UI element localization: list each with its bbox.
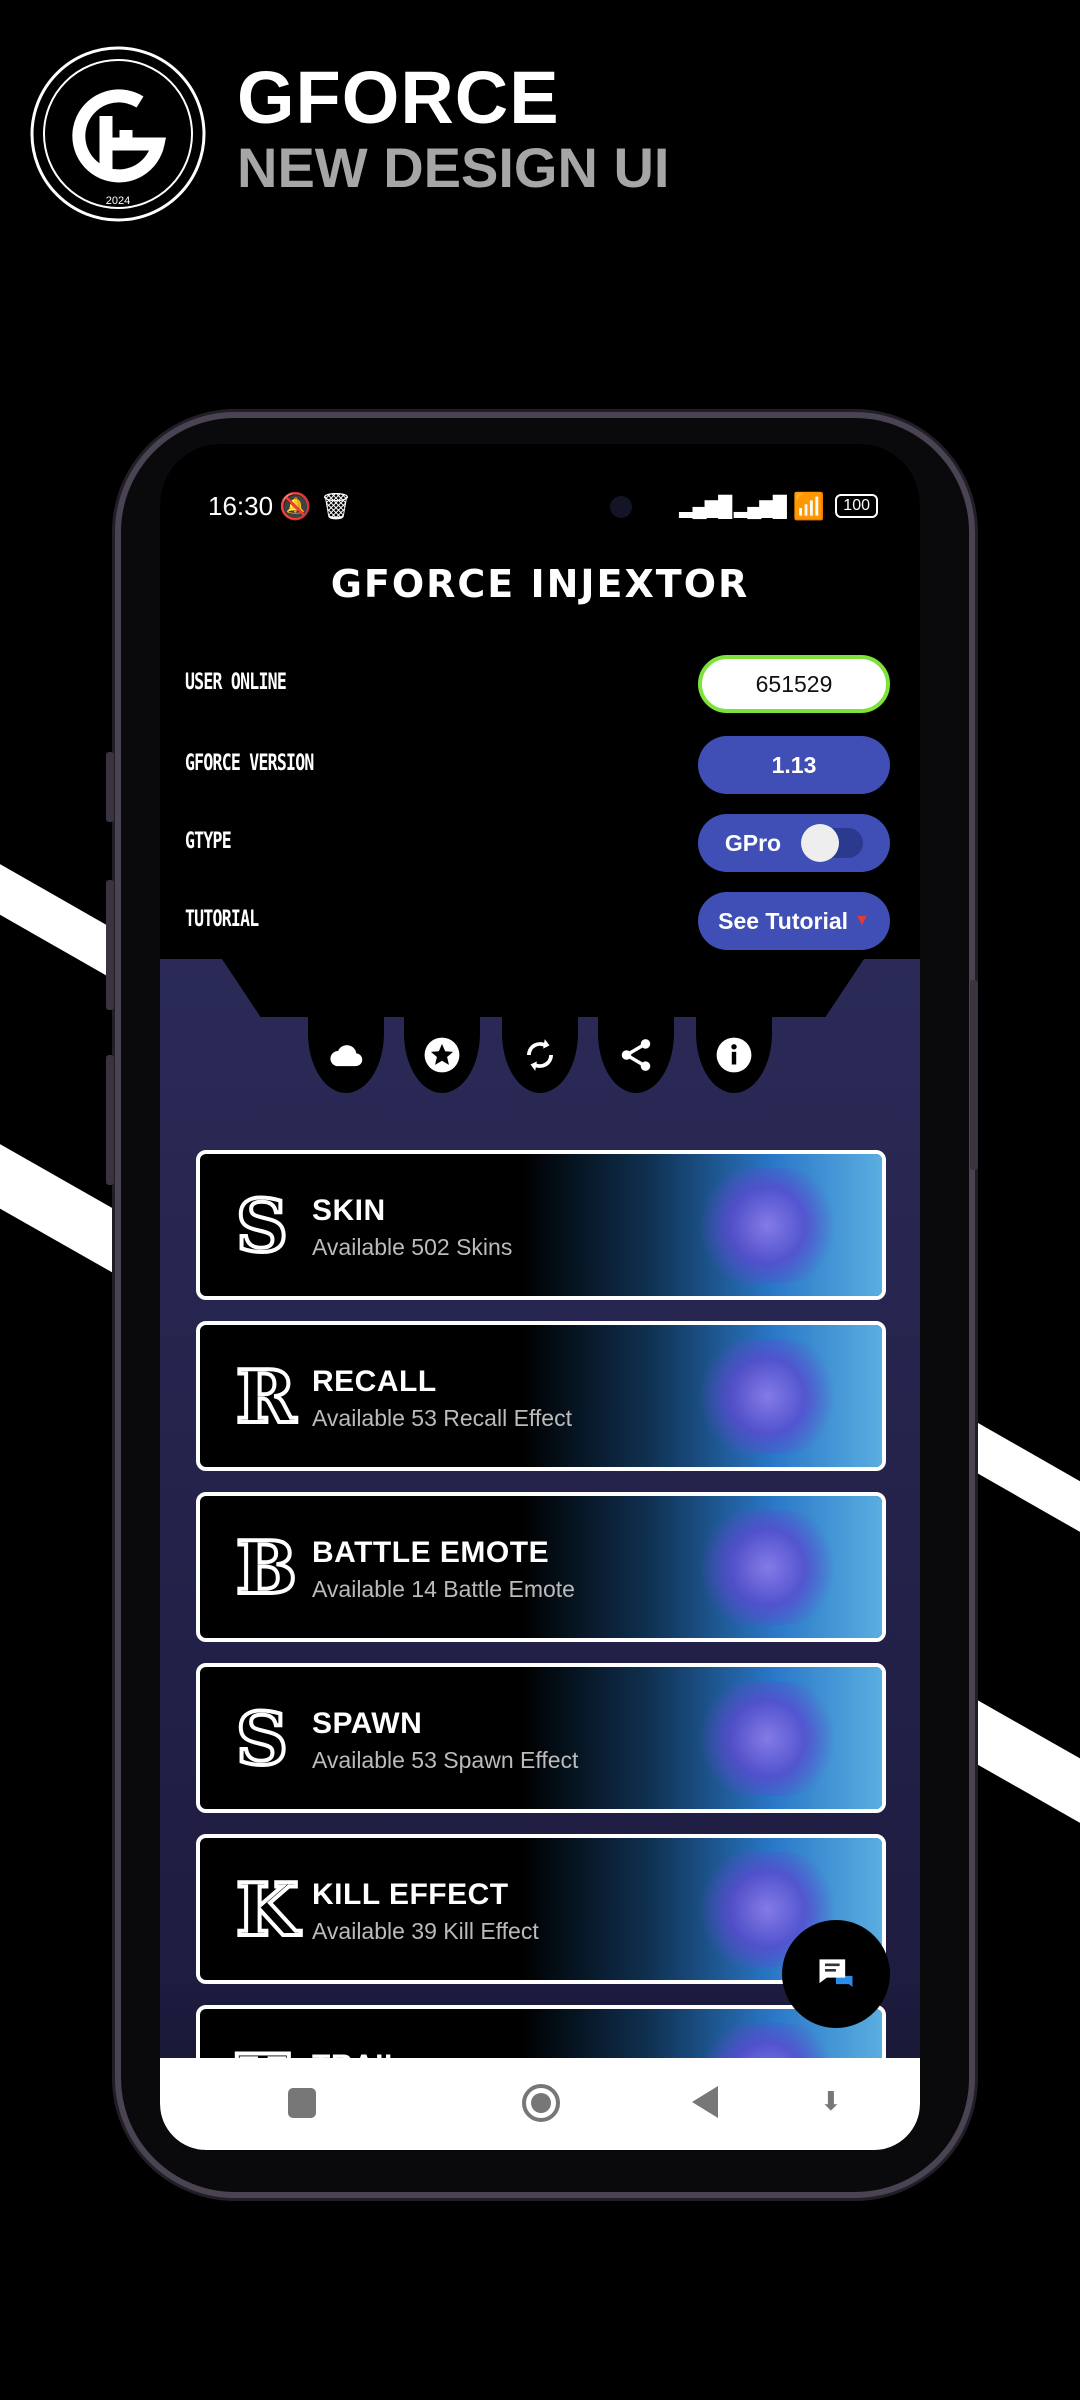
card-title: BATTLE EMOTE <box>312 1536 550 1569</box>
gtype-toggle[interactable] <box>801 824 864 862</box>
phone-side-button <box>106 752 114 822</box>
user-online-label: USER ONLINE <box>185 670 287 695</box>
card-artwork-figure <box>692 1510 842 1625</box>
feature-card-spawn[interactable]: S SPAWN Available 53 Spawn Effect <box>196 1663 886 1813</box>
card-artwork-figure <box>692 1681 842 1796</box>
toggle-knob <box>801 824 840 862</box>
brand-title: GFORCE <box>237 56 560 139</box>
gtype-label: GTYPE <box>185 829 232 854</box>
gtype-switch[interactable]: GPro <box>698 814 890 872</box>
user-online-value: 651529 <box>698 655 890 713</box>
battery-icon: 100 <box>835 494 878 518</box>
phone-volume-up <box>106 880 114 1010</box>
see-tutorial-button[interactable]: See Tutorial ▼ <box>698 892 890 950</box>
card-artwork <box>522 1154 882 1296</box>
card-title: RECALL <box>312 1365 437 1398</box>
signal-icon: ▂▄▆█ ▂▄▆█ <box>679 495 787 518</box>
card-subtitle: Available 53 Spawn Effect <box>312 1747 579 1773</box>
feature-card-battle-emote[interactable]: B BATTLE EMOTE Available 14 Battle Emote <box>196 1492 886 1642</box>
card-artwork <box>522 1325 882 1467</box>
phone-screen: 16:30 🔕 🗑 ▂▄▆█ ▂▄▆█ 📶 100 GFORCE INJEXTO… <box>160 444 920 2150</box>
dropdown-arrow-icon: ▼ <box>854 912 870 929</box>
card-letter-icon: K <box>234 1867 301 1952</box>
chat-icon <box>819 1959 853 1987</box>
card-artwork <box>522 1667 882 1809</box>
phone-volume-down <box>106 1055 114 1185</box>
gtype-value: GPro <box>724 829 782 856</box>
card-title: KILL EFFECT <box>312 1878 509 1911</box>
chat-fab-button[interactable] <box>782 1920 890 2028</box>
card-artwork-figure <box>692 1339 842 1454</box>
app-title: GFORCE INJEXTOR <box>330 562 750 606</box>
feature-card-skin[interactable]: S SKIN Available 502 Skins <box>196 1150 886 1300</box>
card-title: SKIN <box>312 1194 386 1227</box>
phone-power-button <box>970 980 978 1170</box>
version-value: 1.13 <box>698 736 890 794</box>
recents-button[interactable] <box>288 2088 316 2118</box>
assistant-button[interactable]: ⬇ <box>820 2086 842 2117</box>
wifi-icon: 📶 <box>792 490 826 521</box>
card-letter-icon: R <box>234 1354 298 1439</box>
front-camera <box>610 496 632 518</box>
card-artwork <box>522 1496 882 1638</box>
see-tutorial-label: See Tutorial <box>718 907 849 934</box>
card-subtitle: Available 39 Kill Effect <box>312 1918 539 1944</box>
feature-card-recall[interactable]: R RECALL Available 53 Recall Effect <box>196 1321 886 1471</box>
brand-subtitle: NEW DESIGN UI <box>237 136 670 199</box>
home-icon <box>531 2093 551 2113</box>
version-label: GFORCE VERSION <box>185 751 314 776</box>
trash-icon: 🗑 <box>319 490 353 521</box>
share-icon <box>621 1039 651 1071</box>
card-subtitle: Available 53 Recall Effect <box>312 1405 572 1431</box>
tutorial-label: TUTORIAL <box>185 907 259 932</box>
home-button[interactable] <box>522 2084 560 2122</box>
refresh-icon <box>527 1039 553 1071</box>
mute-icon: 🔕 <box>279 490 312 521</box>
card-artwork-figure <box>692 1168 842 1283</box>
card-subtitle: Available 14 Battle Emote <box>312 1576 575 1602</box>
card-letter-icon: S <box>234 1696 290 1781</box>
status-bar: 16:30 🔕 🗑 ▂▄▆█ ▂▄▆█ 📶 100 <box>208 486 878 526</box>
card-letter-icon: B <box>234 1525 299 1610</box>
card-title: SPAWN <box>312 1707 423 1740</box>
cloud-icon <box>330 1045 363 1067</box>
info-icon <box>716 1037 752 1073</box>
gforce-logo: 2024 <box>30 46 206 222</box>
header-tab <box>222 959 864 1017</box>
star-badge-icon <box>424 1037 460 1073</box>
card-letter-icon: S <box>234 1183 290 1268</box>
svg-text:2024: 2024 <box>106 195 130 207</box>
status-time: 16:30 <box>208 490 274 521</box>
back-button[interactable] <box>692 2086 718 2118</box>
system-nav-bar: ⬇ <box>160 2058 920 2150</box>
card-subtitle: Available 502 Skins <box>312 1234 513 1260</box>
